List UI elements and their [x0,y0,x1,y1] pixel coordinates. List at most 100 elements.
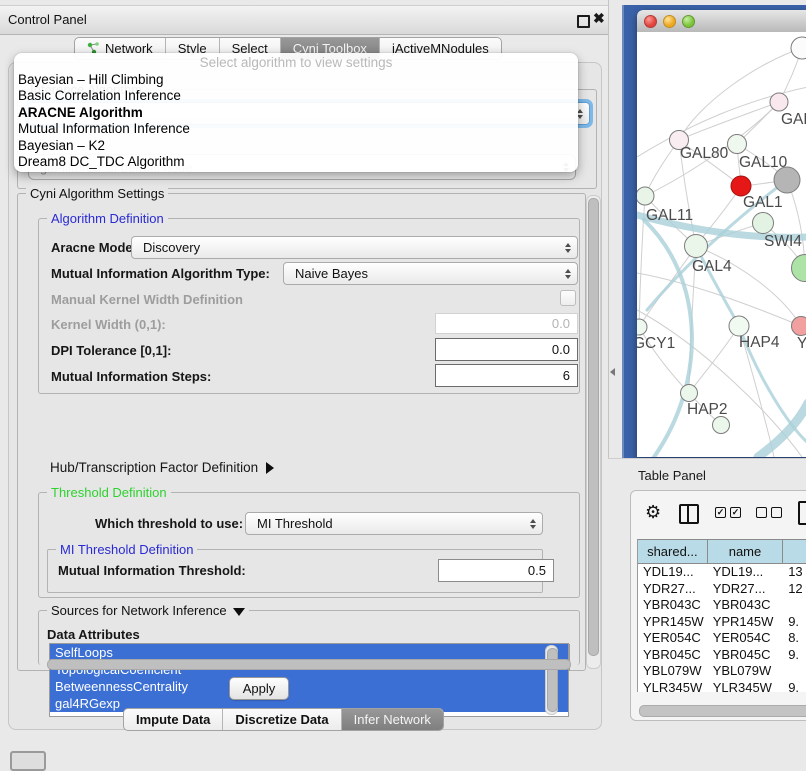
select-all-checkbox-icon2[interactable]: ✓ [730,507,741,518]
table-row[interactable]: YDL19...YDL19...13 [638,564,806,581]
bottom-left-panel-icon[interactable] [10,751,46,771]
data-attributes-list[interactable]: SelfLoopsTopologicalCoefficientBetweenne… [49,643,569,717]
network-node[interactable] [792,317,806,336]
network-graph: GALGAL80GAL10GAL1GAL11SWI4GAL4GCY1HAP4YH… [637,32,806,457]
dropdown-hint: Select algorithm to view settings [14,53,578,72]
tab-discretize-data[interactable]: Discretize Data [223,709,341,730]
column-header[interactable]: name [708,540,784,563]
threshold-definition-group: Threshold Definition Which threshold to … [38,492,580,598]
minimize-traffic-light[interactable] [663,15,676,28]
network-node[interactable] [731,176,751,196]
network-node[interactable] [713,417,730,434]
tab-label: Discretize Data [235,712,328,727]
algorithm-dropdown-items: Bayesian – Hill ClimbingBasic Correlatio… [14,72,578,170]
tab-label: Impute Data [136,712,210,727]
network-node[interactable] [685,235,708,258]
table-cell: YBR045C [708,647,784,664]
table-row[interactable]: YLR345WYLR345W9. [638,680,806,693]
hub-definition-toggle[interactable]: Hub/Transcription Factor Definition [50,460,274,475]
table-cell: YDL19... [708,564,784,581]
close-icon[interactable]: ✖ [593,10,605,27]
table-row[interactable]: YPR145WYPR145W9. [638,614,806,631]
table-cell: YLR345W [638,680,708,693]
kernel-width-input[interactable]: 0.0 [435,313,578,334]
attribute-list-scrollbar[interactable] [545,645,558,715]
settings-vertical-scrollbar[interactable] [586,195,601,669]
sources-group-title[interactable]: Sources for Network Inference [47,603,249,618]
table-panel-section: Table Panel ⚙ ✓ ✓ shared...name YDL19...… [608,458,806,763]
table-panel-title: Table Panel [638,468,706,483]
algorithm-option[interactable]: Bayesian – K2 [14,138,578,154]
algorithm-option[interactable]: ARACNE Algorithm [14,105,578,121]
network-node[interactable] [770,93,788,111]
table-cell: YPR145W [638,614,708,631]
table-cell: YPR145W [708,614,784,631]
network-node[interactable] [728,135,747,154]
table-row[interactable]: YBR045CYBR045C9. [638,647,806,664]
deselect-checkbox-icon[interactable] [756,507,767,518]
tab-infer-network[interactable]: Infer Network [342,709,443,730]
algorithm-option[interactable]: Mutual Information Inference [14,121,578,137]
zoom-traffic-light[interactable] [682,15,695,28]
network-node[interactable] [637,319,647,335]
gear-icon[interactable]: ⚙ [645,502,661,523]
dpi-tolerance-input[interactable]: 0.0 [435,338,578,361]
network-node[interactable] [729,316,749,336]
which-threshold-combo[interactable]: MI Threshold [245,512,543,535]
attribute-item[interactable]: BetweennessCentrality [50,678,568,695]
aracne-mode-label: Aracne Mode: [51,240,137,255]
algorithm-option[interactable]: Bayesian – Hill Climbing [14,72,578,88]
table-cell: 9. [783,614,806,631]
mi-type-combo[interactable]: Naive Bayes [283,262,578,285]
network-node[interactable] [681,385,698,402]
table-row[interactable]: YER054CYER054C8. [638,630,806,647]
network-canvas[interactable]: GALGAL80GAL10GAL1GAL11SWI4GAL4GCY1HAP4YH… [637,32,806,457]
control-panel-titlebar: Control Panel ✖ [0,5,608,35]
deselect-checkbox-icon2[interactable] [771,507,782,518]
close-traffic-light[interactable] [644,15,657,28]
table-row[interactable]: YBL079WYBL079W [638,663,806,680]
columns-icon[interactable] [679,504,699,524]
export-table-icon[interactable] [798,501,806,525]
settings-horizontal-scrollbar[interactable] [47,659,571,670]
aracne-mode-combo[interactable]: Discovery [131,236,578,259]
network-node[interactable] [637,187,654,205]
mi-type-value: Naive Bayes [295,266,368,281]
algorithm-option[interactable]: Basic Correlation Inference [14,88,578,104]
mi-steps-input[interactable]: 6 [435,364,578,387]
kernel-width-label: Kernel Width (0,1): [51,317,166,332]
combo-arrows-icon [530,519,536,529]
table-cell: 9. [783,680,806,693]
table-cell: 9. [783,647,806,664]
node-label: GCY1 [637,335,675,352]
table-row[interactable]: YDR27...YDR27...12 [638,581,806,598]
network-node[interactable] [792,255,806,282]
node-label: HAP4 [739,334,780,351]
table-horizontal-scrollbar[interactable] [639,705,806,717]
network-desktop: GALGAL80GAL10GAL1GAL11SWI4GAL4GCY1HAP4YH… [622,5,806,458]
tab-impute-data[interactable]: Impute Data [124,709,223,730]
scrollbar-thumb[interactable] [588,198,599,656]
column-header[interactable]: shared... [638,540,708,563]
table-cell: YBR045C [638,647,708,664]
column-header[interactable] [783,540,806,563]
table-cell [783,663,806,680]
network-window-titlebar[interactable] [637,10,806,33]
mi-threshold-group-title: MI Threshold Definition [56,542,197,557]
mi-threshold-input[interactable]: 0.5 [438,559,554,582]
mi-threshold-label: Mutual Information Threshold: [58,563,246,578]
float-panel-icon[interactable] [577,15,590,28]
apply-button[interactable]: Apply [229,677,289,700]
threshold-definition-title: Threshold Definition [47,485,171,500]
panel-splitter-handle[interactable] [610,368,615,376]
scrollbar-thumb[interactable] [547,648,558,712]
network-node[interactable] [753,213,774,234]
combo-arrows-icon [565,269,571,279]
table-row[interactable]: YBR043CYBR043C [638,597,806,614]
table-cell: YDR27... [708,581,784,598]
select-all-checkbox-icon[interactable]: ✓ [715,507,726,518]
manual-kernel-checkbox[interactable] [560,290,576,306]
dpi-tolerance-label: DPI Tolerance [0,1]: [51,343,171,358]
algorithm-option[interactable]: Dream8 DC_TDC Algorithm [14,154,578,170]
network-node[interactable] [791,37,806,59]
